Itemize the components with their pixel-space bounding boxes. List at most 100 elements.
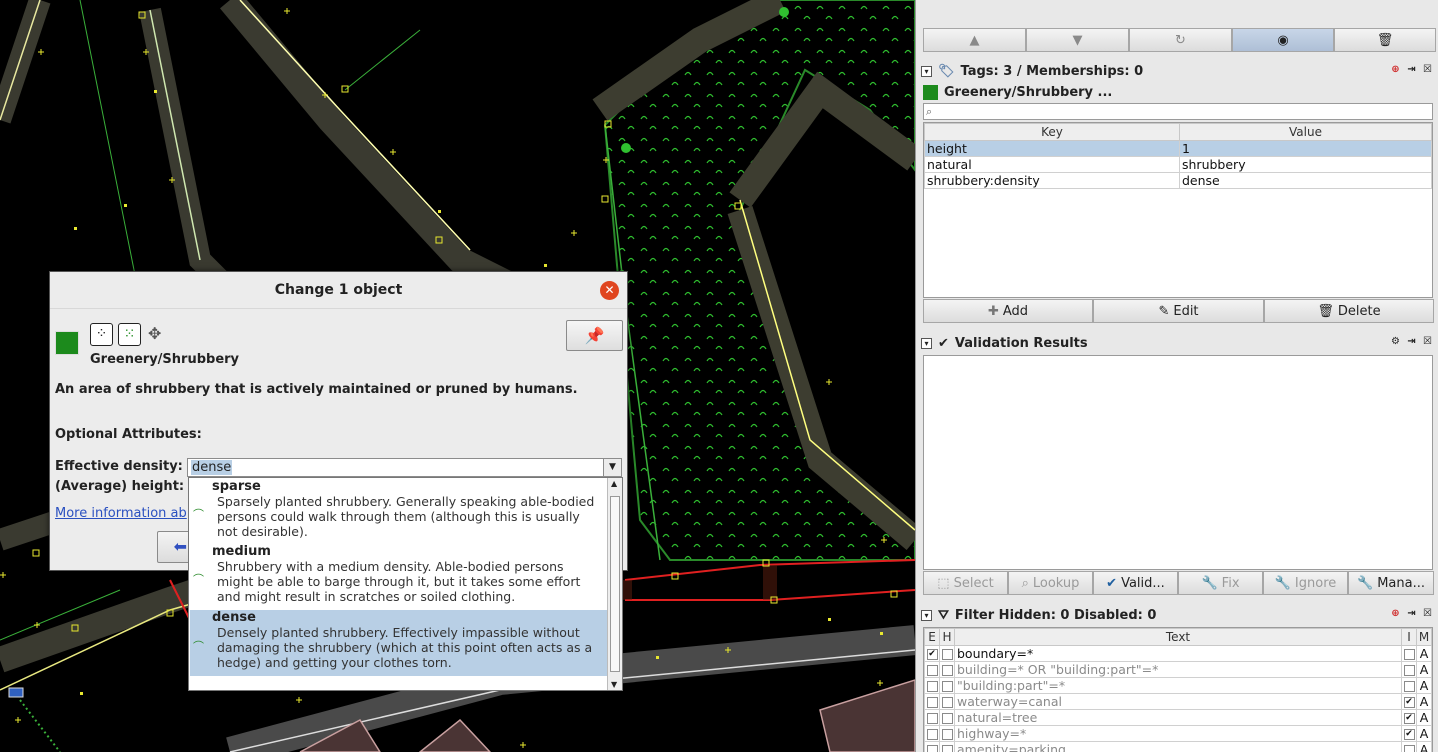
hide-checkbox[interactable] (941, 745, 953, 752)
undock-icon[interactable]: ⇥ (1405, 336, 1418, 349)
collapse-icon[interactable]: ▾ (921, 609, 932, 621)
inverted-checkbox[interactable] (1403, 681, 1415, 692)
undock-icon[interactable]: ⇥ (1405, 608, 1418, 621)
enabled-checkbox[interactable] (926, 729, 938, 740)
filter-mode[interactable]: A (1416, 645, 1432, 662)
scroll-up-icon[interactable]: ▲ (611, 479, 617, 488)
dropdown-scrollbar[interactable]: ▲ ▼ (607, 478, 622, 690)
column-m[interactable]: M (1416, 628, 1432, 646)
collapse-icon[interactable]: ▾ (921, 337, 932, 349)
more-information-link[interactable]: More information ab (55, 506, 187, 521)
filter-mode[interactable]: A (1416, 741, 1432, 752)
tag-value[interactable]: 1 (1179, 140, 1432, 157)
lookup-button[interactable]: ⌕ Lookup (1008, 571, 1093, 595)
close-icon[interactable]: ☒ (1421, 608, 1434, 621)
move-down-button[interactable]: ▼ (1026, 28, 1129, 52)
redo-button[interactable]: ↻ (1129, 28, 1232, 52)
inverted-checkbox[interactable] (1403, 649, 1415, 660)
filter-panel-header[interactable]: ▾ ⛛ Filter Hidden: 0 Disabled: 0 ⊕ ⇥ ☒ (921, 605, 1438, 625)
option-medium[interactable]: ⌒ medium Shrubbery with a medium density… (190, 544, 608, 609)
filter-mode[interactable]: A (1416, 661, 1432, 678)
tags-panel-header[interactable]: ▾ 🏷 Tags: 3 / Memberships: 0 ⊕ ⇥ ☒ (921, 61, 1438, 81)
close-icon[interactable]: ☒ (1421, 64, 1434, 77)
chevron-down-icon[interactable]: ▼ (603, 459, 621, 476)
filter-text[interactable]: waterway=canal (954, 693, 1402, 710)
delete-selection-button[interactable]: 🗑 (1334, 28, 1436, 52)
manage-button[interactable]: 🔧 Mana... (1348, 571, 1434, 595)
filter-table[interactable]: E H Text I M ✔ boundary=* Abuilding=* OR "… (923, 627, 1433, 752)
hide-checkbox[interactable] (941, 729, 953, 740)
filter-mode[interactable]: A (1416, 709, 1432, 726)
undock-icon[interactable]: ⇥ (1405, 64, 1418, 77)
tag-key[interactable]: natural (924, 156, 1180, 173)
table-row[interactable]: natural=tree ✔ A (924, 709, 1432, 726)
hide-checkbox[interactable] (941, 649, 953, 660)
column-key[interactable]: Key (924, 123, 1180, 141)
add-tag-button[interactable]: ✚ Add (923, 299, 1093, 323)
tag-table[interactable]: Key Value height 1 natural shrubbery shrub… (923, 122, 1433, 298)
enabled-checkbox[interactable] (926, 697, 938, 708)
table-row[interactable]: shrubbery:density dense (924, 172, 1432, 189)
scroll-down-icon[interactable]: ▼ (611, 680, 617, 689)
filter-text[interactable]: boundary=* (954, 645, 1402, 662)
tag-key[interactable]: shrubbery:density (924, 172, 1180, 189)
scroll-thumb[interactable] (610, 496, 620, 672)
density-combobox[interactable]: dense ▼ (187, 458, 622, 477)
help-icon[interactable]: ⊕ (1389, 608, 1402, 621)
column-i[interactable]: I (1401, 628, 1417, 646)
option-dense[interactable]: ⌒ dense Densely planted shrubbery. Effec… (190, 610, 608, 676)
validation-panel-header[interactable]: ▾ ✔ Validation Results ⚙ ⇥ ☒ (921, 333, 1438, 353)
tag-value[interactable]: shrubbery (1179, 156, 1432, 173)
hide-checkbox[interactable] (941, 665, 953, 676)
filter-text[interactable]: amenity=parking (954, 741, 1402, 752)
table-row[interactable]: building=* OR "building:part"=* A (924, 661, 1432, 678)
filter-text[interactable]: natural=tree (954, 709, 1402, 726)
table-row[interactable]: "building:part"=* A (924, 677, 1432, 694)
filter-text[interactable]: "building:part"=* (954, 677, 1402, 694)
collapse-icon[interactable]: ▾ (921, 65, 932, 77)
inverted-checkbox[interactable]: ✔ (1403, 713, 1415, 724)
tag-key[interactable]: height (924, 140, 1180, 157)
enabled-checkbox[interactable] (926, 745, 938, 752)
close-icon[interactable]: ☒ (1421, 336, 1434, 349)
enabled-checkbox[interactable] (926, 681, 938, 692)
back-button[interactable]: ⬅ (157, 531, 192, 563)
enabled-checkbox[interactable] (926, 713, 938, 724)
validate-button[interactable]: ✔ Valid... (1093, 571, 1178, 595)
filter-text[interactable]: highway=* (954, 725, 1402, 742)
inverted-checkbox[interactable]: ✔ (1403, 697, 1415, 708)
delete-tag-button[interactable]: 🗑 Delete (1264, 299, 1434, 323)
help-icon[interactable]: ⊕ (1389, 64, 1402, 77)
hide-checkbox[interactable] (941, 681, 953, 692)
option-sparse[interactable]: ⌒ sparse Sparsely planted shrubbery. Gen… (190, 479, 608, 542)
filter-mode[interactable]: A (1416, 693, 1432, 710)
enabled-checkbox[interactable] (926, 665, 938, 676)
table-row[interactable]: waterway=canal ✔ A (924, 693, 1432, 710)
enabled-checkbox[interactable]: ✔ (926, 649, 938, 660)
table-row[interactable]: height 1 (924, 140, 1432, 157)
inverted-checkbox[interactable] (1403, 665, 1415, 676)
column-value[interactable]: Value (1179, 123, 1432, 141)
table-row[interactable]: natural shrubbery (924, 156, 1432, 173)
inverted-checkbox[interactable] (1403, 745, 1415, 752)
select-button[interactable]: ⬚ Select (923, 571, 1008, 595)
hide-checkbox[interactable] (941, 713, 953, 724)
pin-button[interactable]: 📌 (566, 320, 623, 351)
filter-text[interactable]: building=* OR "building:part"=* (954, 661, 1402, 678)
close-button[interactable]: ✕ (600, 281, 619, 300)
edit-tag-button[interactable]: ✎ Edit (1093, 299, 1264, 323)
column-e[interactable]: E (924, 628, 940, 646)
move-up-button[interactable]: ▲ (923, 28, 1026, 52)
filter-mode[interactable]: A (1416, 677, 1432, 694)
fix-button[interactable]: 🔧 Fix (1178, 571, 1263, 595)
show-button[interactable]: ◉ (1232, 28, 1334, 52)
density-dropdown-list[interactable]: ⌒ sparse Sparsely planted shrubbery. Gen… (188, 477, 623, 691)
ignore-button[interactable]: 🔧 Ignore (1263, 571, 1348, 595)
column-h[interactable]: H (939, 628, 955, 646)
tag-search-input[interactable]: ⌕ (923, 103, 1433, 120)
table-row[interactable]: amenity=parking A (924, 741, 1432, 752)
settings-icon[interactable]: ⚙ (1389, 336, 1402, 349)
validation-results-list[interactable] (923, 355, 1433, 570)
inverted-checkbox[interactable]: ✔ (1403, 729, 1415, 740)
tag-value[interactable]: dense (1179, 172, 1432, 189)
